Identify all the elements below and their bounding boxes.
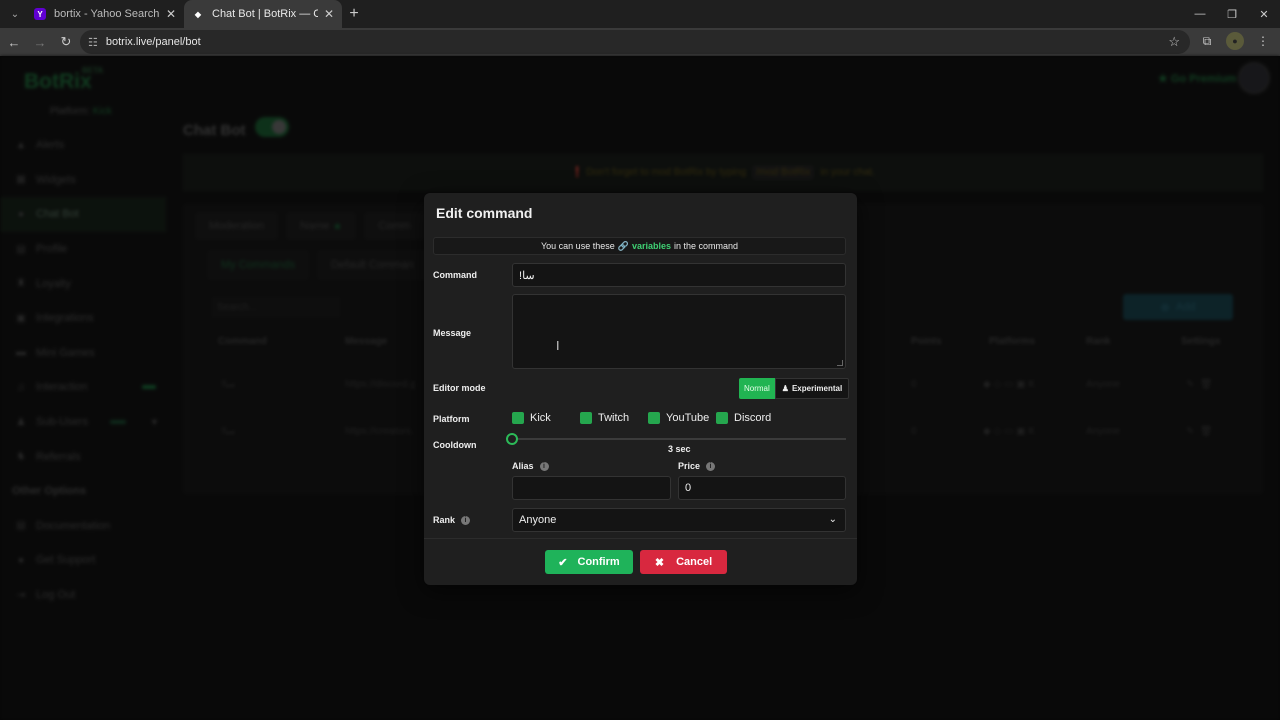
forward-icon[interactable]: → [28, 30, 52, 54]
bookmark-star-icon[interactable]: ☆ [1168, 34, 1180, 50]
modal-title: Edit command [436, 205, 533, 221]
mode-experimental-label: Experimental [791, 384, 843, 393]
info-icon[interactable]: i [461, 516, 471, 526]
cancel-label: Cancel [676, 556, 713, 568]
checkbox-label: Kick [530, 412, 551, 424]
mode-experimental-button[interactable]: ♟ Experimental [774, 378, 850, 399]
info-icon[interactable]: i [539, 462, 549, 472]
message-textarea[interactable] [512, 294, 846, 369]
back-icon[interactable]: ← [2, 30, 26, 54]
menu-kebab-icon[interactable]: ⋮ [1254, 32, 1272, 50]
rank-label-text: Rank [433, 515, 456, 525]
checkbox-checked[interactable] [716, 412, 728, 424]
rank-select[interactable]: Anyone ⌄ [512, 508, 846, 532]
platform-checkbox-youtube[interactable]: YouTube [648, 412, 709, 424]
cooldown-slider-handle[interactable] [506, 433, 518, 445]
cooldown-label: Cooldown [433, 440, 477, 450]
checkbox-checked[interactable] [580, 412, 592, 424]
editor-mode-switch: Normal ♟ Experimental [739, 378, 850, 399]
new-tab-button[interactable]: + [342, 5, 366, 23]
info-text-end: in the command [673, 241, 739, 251]
platform-checkbox-discord[interactable]: Discord [716, 412, 771, 424]
browser-tab-botrix[interactable]: ◆ Chat Bot | BotRix — Cloud Strea ✕ [184, 0, 342, 28]
check-icon: ✔ [558, 556, 568, 569]
flask-icon: ♟ [781, 384, 789, 393]
confirm-label: Confirm [577, 556, 620, 568]
platform-checkbox-kick[interactable]: Kick [512, 412, 551, 424]
extensions-icon[interactable]: ⧉ [1198, 32, 1216, 50]
editor-mode-label: Editor mode [433, 383, 486, 393]
tab-title: Chat Bot | BotRix — Cloud Strea [212, 8, 318, 20]
browser-tabbar: ⌄ Y bortix - Yahoo Search Results ✕ ◆ Ch… [0, 0, 1280, 28]
profile-avatar[interactable]: ● [1226, 32, 1244, 50]
variables-info: You can use these 🔗 variables in the com… [433, 237, 846, 255]
tab-title: bortix - Yahoo Search Results [54, 8, 160, 20]
site-info-icon[interactable]: ☷ [88, 36, 98, 49]
alias-input[interactable] [512, 476, 671, 500]
close-tab-icon[interactable]: ✕ [324, 7, 334, 21]
chevron-down-icon: ⌄ [828, 514, 837, 525]
price-label-text: Price [678, 461, 701, 471]
reload-icon[interactable]: ↻ [54, 30, 78, 54]
checkbox-checked[interactable] [648, 412, 660, 424]
alias-label-text: Alias [512, 461, 534, 471]
command-input[interactable]: !سا [512, 263, 846, 287]
rank-selected-value: Anyone [519, 514, 557, 526]
variables-link[interactable]: variables [632, 241, 671, 251]
window-controls: — ❐ ✕ [1184, 0, 1280, 28]
rank-label: Rank i [433, 515, 471, 526]
message-label: Message [433, 328, 472, 338]
price-input[interactable]: 0 [678, 476, 846, 500]
restore-icon[interactable]: ❐ [1216, 0, 1248, 28]
url-text: botrix.live/panel/bot [105, 36, 201, 48]
browser-toolbar: ← → ↻ ☷ botrix.live/panel/bot ☆ ⧉ ● ⋮ [0, 28, 1280, 56]
checkbox-label: Twitch [598, 412, 630, 424]
checkbox-label: YouTube [666, 412, 710, 424]
alias-label: Alias i [512, 461, 549, 472]
info-icon[interactable]: i [706, 462, 716, 472]
yahoo-favicon-icon: Y [34, 8, 46, 20]
confirm-button[interactable]: ✔ Confirm [545, 550, 633, 574]
close-window-icon[interactable]: ✕ [1248, 0, 1280, 28]
resize-handle-icon[interactable] [837, 360, 843, 366]
browser-tab-yahoo[interactable]: Y bortix - Yahoo Search Results ✕ [26, 0, 184, 28]
botrix-favicon-icon: ◆ [194, 9, 202, 19]
minimize-icon[interactable]: — [1184, 0, 1216, 28]
address-bar[interactable]: ☷ botrix.live/panel/bot ☆ [80, 30, 1190, 54]
checkbox-checked[interactable] [512, 412, 524, 424]
checkbox-label: Discord [734, 412, 772, 424]
platform-label: Platform [433, 414, 470, 424]
price-label: Price i [678, 461, 716, 472]
cooldown-value: 3 sec [668, 444, 691, 454]
cooldown-slider-track[interactable] [512, 438, 846, 440]
extension-area: ⧉ ● ⋮ [1198, 32, 1272, 50]
command-label: Command [433, 270, 478, 280]
link-icon: 🔗 [617, 240, 629, 251]
tab-search-button[interactable]: ⌄ [4, 4, 26, 24]
mode-normal-button[interactable]: Normal [739, 378, 775, 399]
info-text: You can use these [540, 241, 615, 251]
platform-checkbox-twitch[interactable]: Twitch [580, 412, 629, 424]
edit-command-modal: Edit command You can use these 🔗 variabl… [424, 193, 857, 585]
close-tab-icon[interactable]: ✕ [166, 7, 176, 21]
modal-divider [424, 538, 857, 539]
text-cursor-icon: I [556, 339, 560, 353]
cancel-button[interactable]: ✖ Cancel [640, 550, 727, 574]
close-icon: ✖ [654, 556, 665, 569]
